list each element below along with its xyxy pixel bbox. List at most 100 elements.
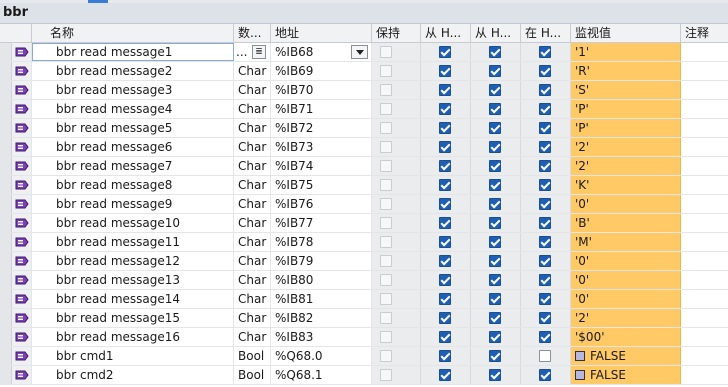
from-hmi-checkbox[interactable] <box>439 274 451 286</box>
tag-name-cell[interactable]: bbr read message3 <box>32 81 234 99</box>
datatype-cell[interactable]: Bool <box>234 347 271 365</box>
from-hmi-checkbox[interactable] <box>439 122 451 134</box>
datatype-cell[interactable]: Char <box>234 100 271 118</box>
in-hmi-cell[interactable] <box>521 271 571 289</box>
table-row[interactable]: bbr cmd2 Bool %Q68.1 FALSE <box>0 366 728 385</box>
in-hmi-checkbox[interactable] <box>539 103 551 115</box>
visible-hmi-cell[interactable] <box>471 138 521 156</box>
from-hmi-checkbox[interactable] <box>439 369 451 381</box>
datatype-cell[interactable]: Char <box>234 271 271 289</box>
tag-name-cell[interactable]: bbr cmd1 <box>32 347 234 365</box>
from-hmi-checkbox[interactable] <box>439 103 451 115</box>
address-cell[interactable]: %IB75 <box>271 176 372 194</box>
header-visible-hmi[interactable]: 从 H... <box>471 24 521 42</box>
in-hmi-cell[interactable] <box>521 309 571 327</box>
table-row[interactable]: bbr read message11 Char %IB78 'M' <box>0 233 728 252</box>
chevron-down-icon[interactable] <box>351 45 368 59</box>
from-hmi-checkbox[interactable] <box>439 141 451 153</box>
from-hmi-checkbox[interactable] <box>439 312 451 324</box>
address-cell[interactable]: %IB68 <box>271 43 372 61</box>
address-cell[interactable]: %IB83 <box>271 328 372 346</box>
visible-hmi-cell[interactable] <box>471 62 521 80</box>
in-hmi-cell[interactable] <box>521 347 571 365</box>
row-header[interactable] <box>0 290 12 308</box>
datatype-cell[interactable]: ... ≣ <box>234 43 271 61</box>
address-cell[interactable]: %IB73 <box>271 138 372 156</box>
in-hmi-checkbox[interactable] <box>539 236 551 248</box>
from-hmi-checkbox[interactable] <box>439 217 451 229</box>
tag-name-cell[interactable]: bbr read message8 <box>32 176 234 194</box>
address-cell[interactable]: %IB74 <box>271 157 372 175</box>
in-hmi-checkbox[interactable] <box>539 293 551 305</box>
from-hmi-cell[interactable] <box>421 252 471 270</box>
in-hmi-checkbox[interactable] <box>539 198 551 210</box>
tag-name-cell[interactable]: bbr read message7 <box>32 157 234 175</box>
row-header[interactable] <box>0 138 12 156</box>
visible-hmi-checkbox[interactable] <box>489 331 501 343</box>
from-hmi-checkbox[interactable] <box>439 198 451 210</box>
from-hmi-checkbox[interactable] <box>439 160 451 172</box>
in-hmi-cell[interactable] <box>521 43 571 61</box>
header-monitor-value[interactable]: 监视值 <box>571 24 681 42</box>
retain-checkbox[interactable] <box>380 331 392 343</box>
table-row[interactable]: bbr read message4 Char %IB71 'P' <box>0 100 728 119</box>
in-hmi-checkbox[interactable] <box>539 274 551 286</box>
retain-checkbox[interactable] <box>380 369 392 381</box>
datatype-picker-icon[interactable]: ≣ <box>252 45 266 59</box>
comment-cell[interactable] <box>681 176 728 194</box>
in-hmi-checkbox[interactable] <box>539 160 551 172</box>
comment-cell[interactable] <box>681 81 728 99</box>
in-hmi-checkbox[interactable] <box>539 122 551 134</box>
from-hmi-cell[interactable] <box>421 309 471 327</box>
visible-hmi-checkbox[interactable] <box>489 369 501 381</box>
in-hmi-checkbox[interactable] <box>539 255 551 267</box>
retain-checkbox[interactable] <box>380 312 392 324</box>
comment-cell[interactable] <box>681 195 728 213</box>
tag-name-cell[interactable]: bbr read message1 <box>32 43 234 61</box>
retain-cell[interactable] <box>372 233 421 251</box>
table-row[interactable]: bbr read message9 Char %IB76 '0' <box>0 195 728 214</box>
comment-cell[interactable] <box>681 43 728 61</box>
in-hmi-cell[interactable] <box>521 62 571 80</box>
visible-hmi-cell[interactable] <box>471 157 521 175</box>
from-hmi-cell[interactable] <box>421 100 471 118</box>
table-row[interactable]: bbr read message14 Char %IB81 '0' <box>0 290 728 309</box>
address-cell[interactable]: %IB72 <box>271 119 372 137</box>
in-hmi-cell[interactable] <box>521 157 571 175</box>
datatype-cell[interactable]: Char <box>234 176 271 194</box>
comment-cell[interactable] <box>681 366 728 384</box>
retain-cell[interactable] <box>372 309 421 327</box>
visible-hmi-checkbox[interactable] <box>489 274 501 286</box>
table-row[interactable]: bbr read message15 Char %IB82 '2' <box>0 309 728 328</box>
from-hmi-cell[interactable] <box>421 347 471 365</box>
in-hmi-cell[interactable] <box>521 233 571 251</box>
from-hmi-cell[interactable] <box>421 366 471 384</box>
table-row[interactable]: bbr read message12 Char %IB79 '0' <box>0 252 728 271</box>
comment-cell[interactable] <box>681 309 728 327</box>
table-row[interactable]: bbr cmd1 Bool %Q68.0 FALSE <box>0 347 728 366</box>
visible-hmi-checkbox[interactable] <box>489 312 501 324</box>
row-header[interactable] <box>0 214 12 232</box>
visible-hmi-checkbox[interactable] <box>489 350 501 362</box>
from-hmi-cell[interactable] <box>421 233 471 251</box>
row-header[interactable] <box>0 119 12 137</box>
datatype-cell[interactable]: Char <box>234 290 271 308</box>
datatype-cell[interactable]: Char <box>234 138 271 156</box>
retain-cell[interactable] <box>372 100 421 118</box>
from-hmi-cell[interactable] <box>421 195 471 213</box>
address-cell[interactable]: %Q68.1 <box>271 366 372 384</box>
from-hmi-cell[interactable] <box>421 62 471 80</box>
from-hmi-cell[interactable] <box>421 43 471 61</box>
visible-hmi-cell[interactable] <box>471 328 521 346</box>
from-hmi-checkbox[interactable] <box>439 179 451 191</box>
comment-cell[interactable] <box>681 290 728 308</box>
row-header[interactable] <box>0 195 12 213</box>
retain-cell[interactable] <box>372 271 421 289</box>
visible-hmi-checkbox[interactable] <box>489 217 501 229</box>
visible-hmi-cell[interactable] <box>471 43 521 61</box>
comment-cell[interactable] <box>681 100 728 118</box>
visible-hmi-cell[interactable] <box>471 81 521 99</box>
tag-name-cell[interactable]: bbr read message10 <box>32 214 234 232</box>
retain-cell[interactable] <box>372 81 421 99</box>
comment-cell[interactable] <box>681 271 728 289</box>
